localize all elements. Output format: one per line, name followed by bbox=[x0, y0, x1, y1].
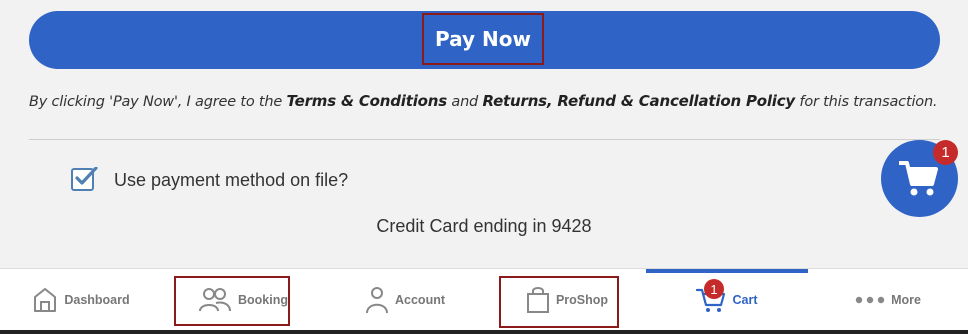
terms-suffix: for this transaction. bbox=[795, 94, 938, 110]
cart-icon bbox=[899, 161, 938, 196]
cart-count-badge: 1 bbox=[933, 140, 958, 165]
person-icon bbox=[365, 286, 389, 314]
tab-dashboard-label: Dashboard bbox=[64, 293, 130, 307]
bottom-tab-bar: Dashboard Booking Account ProShop Cart M… bbox=[0, 268, 968, 331]
tab-booking-label: Booking bbox=[238, 293, 288, 307]
checkbox-checked-icon bbox=[71, 166, 98, 191]
terms-and: and bbox=[446, 94, 483, 110]
tab-account[interactable]: Account bbox=[324, 269, 486, 331]
tab-cart-badge: 1 bbox=[704, 279, 724, 299]
terms-statement: By clicking 'Pay Now', I agree to the Te… bbox=[29, 92, 949, 110]
home-icon bbox=[32, 287, 58, 313]
tab-booking[interactable]: Booking bbox=[162, 269, 324, 331]
bottom-edge bbox=[0, 330, 968, 334]
tab-cart[interactable]: Cart bbox=[646, 269, 808, 331]
pay-now-text: Pay Now bbox=[435, 27, 531, 51]
tab-proshop[interactable]: ProShop bbox=[486, 269, 648, 331]
tab-more[interactable]: More bbox=[808, 269, 968, 331]
divider bbox=[29, 139, 940, 140]
shopping-bag-icon bbox=[526, 286, 550, 314]
tab-more-label: More bbox=[891, 293, 921, 307]
terms-conditions-link[interactable]: Terms & Conditions bbox=[287, 92, 448, 110]
tab-account-label: Account bbox=[395, 293, 445, 307]
users-icon bbox=[198, 287, 232, 313]
terms-prefix: By clicking 'Pay Now', I agree to the bbox=[29, 94, 287, 110]
use-payment-method-label: Use payment method on file? bbox=[114, 170, 349, 190]
tab-cart-label: Cart bbox=[732, 293, 758, 307]
use-payment-method-checkbox[interactable] bbox=[71, 166, 98, 191]
more-dots-icon bbox=[855, 296, 885, 304]
refund-policy-link[interactable]: Returns, Refund & Cancellation Policy bbox=[482, 92, 795, 110]
pay-now-label[interactable]: Pay Now bbox=[422, 13, 544, 65]
tab-dashboard[interactable]: Dashboard bbox=[0, 269, 162, 331]
credit-card-info: Credit Card ending in 9428 bbox=[376, 216, 592, 236]
tab-proshop-label: ProShop bbox=[555, 293, 609, 307]
